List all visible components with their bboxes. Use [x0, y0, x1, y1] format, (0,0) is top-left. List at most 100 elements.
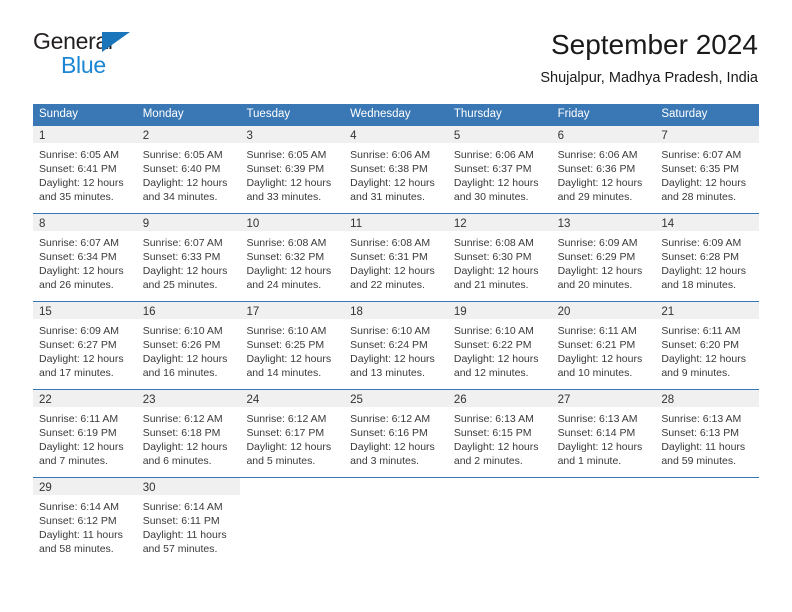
- daylight-text-line1: Daylight: 12 hours: [557, 265, 643, 277]
- day-details: Sunrise: 6:13 AM Sunset: 6:13 PM Daylight:…: [655, 407, 759, 468]
- daylight-text-line1: Daylight: 12 hours: [246, 265, 332, 277]
- weekday-header-tuesday: Tuesday: [246, 108, 291, 120]
- daylight-text-line1: Daylight: 12 hours: [39, 353, 124, 365]
- day-number-band: 2: [136, 126, 241, 143]
- day-cell[interactable]: 18 Sunrise: 6:10 AM Sunset: 6:24 PM Dayligh…: [344, 302, 448, 389]
- day-cell[interactable]: 2 Sunrise: 6:05 AM Sunset: 6:40 PM Daylight…: [136, 126, 241, 213]
- day-number: [448, 482, 454, 494]
- day-cell-empty: [448, 478, 552, 565]
- daylight-text-line2: and 33 minutes.: [246, 191, 322, 203]
- day-details: Sunrise: 6:08 AM Sunset: 6:30 PM Daylight:…: [448, 231, 552, 292]
- daylight-text-line2: and 58 minutes.: [39, 543, 114, 555]
- day-cell[interactable]: 10 Sunrise: 6:08 AM Sunset: 6:32 PM Dayligh…: [240, 214, 345, 301]
- page-header: General Blue September 2024 Shujalpur, M…: [33, 28, 758, 96]
- day-cell[interactable]: 15 Sunrise: 6:09 AM Sunset: 6:27 PM Dayligh…: [33, 302, 137, 389]
- day-cell[interactable]: 30 Sunrise: 6:14 AM Sunset: 6:11 PM Dayligh…: [136, 478, 241, 565]
- sunrise-text: Sunrise: 6:13 AM: [453, 413, 534, 425]
- day-cell[interactable]: 19 Sunrise: 6:10 AM Sunset: 6:22 PM Dayligh…: [447, 302, 552, 389]
- sunset-text: Sunset: 6:13 PM: [661, 427, 739, 439]
- sunrise-text: Sunrise: 6:09 AM: [661, 237, 742, 249]
- sunset-text: Sunset: 6:24 PM: [350, 339, 428, 351]
- week-row: 22 Sunrise: 6:11 AM Sunset: 6:19 PM Dayligh…: [33, 389, 760, 477]
- day-number-band: 16: [136, 302, 241, 319]
- sunrise-text: Sunrise: 6:13 AM: [557, 413, 638, 425]
- day-cell[interactable]: 29 Sunrise: 6:14 AM Sunset: 6:12 PM Dayligh…: [33, 478, 137, 565]
- daylight-text-line2: and 26 minutes.: [39, 279, 114, 291]
- day-cell[interactable]: 25 Sunrise: 6:12 AM Sunset: 6:16 PM Dayligh…: [344, 390, 448, 477]
- sunset-text: Sunset: 6:40 PM: [142, 163, 221, 175]
- daylight-text-line1: Daylight: 12 hours: [142, 177, 228, 189]
- day-cell[interactable]: 20 Sunrise: 6:11 AM Sunset: 6:21 PM Dayligh…: [551, 302, 656, 389]
- day-number-band: 3: [240, 126, 345, 143]
- day-cell[interactable]: 13 Sunrise: 6:09 AM Sunset: 6:29 PM Dayligh…: [551, 214, 656, 301]
- daylight-text-line1: Daylight: 12 hours: [246, 353, 332, 365]
- sunrise-text: Sunrise: 6:06 AM: [557, 149, 638, 161]
- day-cell[interactable]: 8 Sunrise: 6:07 AM Sunset: 6:34 PM Daylight…: [33, 214, 137, 301]
- sunrise-text: Sunrise: 6:10 AM: [350, 325, 431, 337]
- day-number-band: 21: [655, 302, 760, 319]
- sunset-text: Sunset: 6:22 PM: [453, 339, 532, 351]
- day-details: Sunrise: 6:08 AM Sunset: 6:31 PM Daylight:…: [344, 231, 448, 292]
- daylight-text-line2: and 34 minutes.: [142, 191, 218, 203]
- day-cell[interactable]: 4 Sunrise: 6:06 AM Sunset: 6:38 PM Daylight…: [344, 126, 448, 213]
- day-cell[interactable]: 1 Sunrise: 6:05 AM Sunset: 6:41 PM Daylight…: [33, 126, 137, 213]
- day-details: [240, 495, 344, 500]
- day-cell[interactable]: 12 Sunrise: 6:08 AM Sunset: 6:30 PM Dayligh…: [447, 214, 552, 301]
- page-title: September 2024: [550, 29, 758, 60]
- day-number: 6: [557, 130, 564, 142]
- day-number: 5: [453, 130, 461, 142]
- sunrise-text: Sunrise: 6:10 AM: [142, 325, 223, 337]
- daylight-text-line2: and 24 minutes.: [246, 279, 322, 291]
- daylight-text-line2: and 20 minutes.: [557, 279, 633, 291]
- day-cell[interactable]: 3 Sunrise: 6:05 AM Sunset: 6:39 PM Daylight…: [240, 126, 345, 213]
- day-number-band: 1: [33, 126, 137, 143]
- day-details: Sunrise: 6:12 AM Sunset: 6:18 PM Daylight:…: [137, 407, 241, 468]
- sunrise-text: Sunrise: 6:07 AM: [142, 237, 223, 249]
- day-cell[interactable]: 6 Sunrise: 6:06 AM Sunset: 6:36 PM Daylight…: [551, 126, 656, 213]
- day-number-band: [240, 478, 344, 495]
- day-number-band: 23: [136, 390, 241, 407]
- day-cell[interactable]: 7 Sunrise: 6:07 AM Sunset: 6:35 PM Daylight…: [655, 126, 760, 213]
- sunrise-text: Sunrise: 6:12 AM: [350, 413, 431, 425]
- sunset-text: Sunset: 6:37 PM: [453, 163, 532, 175]
- generalblue-logo[interactable]: General Blue: [33, 28, 213, 84]
- day-number-band: 30: [136, 478, 241, 495]
- day-details: Sunrise: 6:14 AM Sunset: 6:12 PM Daylight:…: [33, 495, 137, 556]
- daylight-text-line1: Daylight: 11 hours: [661, 441, 746, 453]
- day-details: Sunrise: 6:07 AM Sunset: 6:35 PM Daylight:…: [655, 143, 759, 204]
- day-cell[interactable]: 21 Sunrise: 6:11 AM Sunset: 6:20 PM Dayligh…: [655, 302, 760, 389]
- day-cell[interactable]: 22 Sunrise: 6:11 AM Sunset: 6:19 PM Dayligh…: [33, 390, 137, 477]
- logo-triangle-icon: [102, 32, 130, 52]
- day-cell[interactable]: 11 Sunrise: 6:08 AM Sunset: 6:31 PM Dayligh…: [344, 214, 448, 301]
- day-cell[interactable]: 14 Sunrise: 6:09 AM Sunset: 6:28 PM Dayligh…: [655, 214, 760, 301]
- day-cell[interactable]: 26 Sunrise: 6:13 AM Sunset: 6:15 PM Dayligh…: [447, 390, 552, 477]
- day-cell[interactable]: 16 Sunrise: 6:10 AM Sunset: 6:26 PM Dayligh…: [136, 302, 241, 389]
- day-number-band: 20: [551, 302, 656, 319]
- day-number: [655, 482, 661, 494]
- sunset-text: Sunset: 6:18 PM: [142, 427, 221, 439]
- day-cell-empty: [655, 478, 759, 565]
- weekday-header-monday: Monday: [142, 108, 184, 120]
- calendar-page: General Blue September 2024 Shujalpur, M…: [0, 0, 792, 612]
- daylight-text-line2: and 12 minutes.: [453, 367, 529, 379]
- day-cell[interactable]: 24 Sunrise: 6:12 AM Sunset: 6:17 PM Dayligh…: [240, 390, 345, 477]
- day-cell[interactable]: 5 Sunrise: 6:06 AM Sunset: 6:37 PM Daylight…: [447, 126, 552, 213]
- day-number: 3: [246, 130, 253, 142]
- daylight-text-line2: and 7 minutes.: [39, 455, 108, 467]
- day-cell[interactable]: 17 Sunrise: 6:10 AM Sunset: 6:25 PM Dayligh…: [240, 302, 345, 389]
- sunset-text: Sunset: 6:15 PM: [453, 427, 532, 439]
- day-cell[interactable]: 23 Sunrise: 6:12 AM Sunset: 6:18 PM Dayligh…: [136, 390, 241, 477]
- day-details: Sunrise: 6:06 AM Sunset: 6:36 PM Daylight:…: [552, 143, 656, 204]
- day-number: 25: [350, 394, 363, 406]
- daylight-text-line2: and 5 minutes.: [246, 455, 316, 467]
- day-number-band: 4: [344, 126, 448, 143]
- sunset-text: Sunset: 6:16 PM: [350, 427, 428, 439]
- weekday-header-saturday: Saturday: [661, 108, 708, 120]
- day-details: Sunrise: 6:11 AM Sunset: 6:20 PM Daylight:…: [655, 319, 759, 380]
- day-cell[interactable]: 28 Sunrise: 6:13 AM Sunset: 6:13 PM Dayligh…: [655, 390, 760, 477]
- daylight-text-line1: Daylight: 12 hours: [350, 177, 435, 189]
- day-cell[interactable]: 27 Sunrise: 6:13 AM Sunset: 6:14 PM Dayligh…: [551, 390, 656, 477]
- day-number-band: [448, 478, 552, 495]
- day-cell[interactable]: 9 Sunrise: 6:07 AM Sunset: 6:33 PM Daylight…: [136, 214, 241, 301]
- sunrise-text: Sunrise: 6:05 AM: [246, 149, 327, 161]
